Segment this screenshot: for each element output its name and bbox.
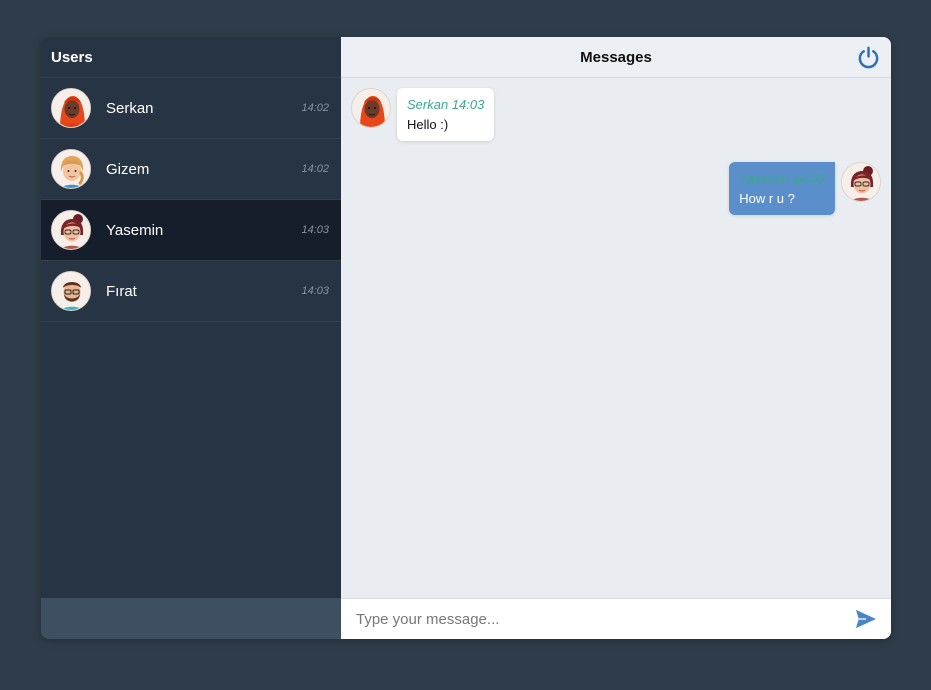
message-composer <box>341 598 891 639</box>
message-bubble: Yasemin 14:03 How r u ? <box>729 162 835 215</box>
yasemin-avatar <box>841 162 881 202</box>
message-input[interactable] <box>356 610 855 628</box>
chat-header: Messages <box>341 37 891 78</box>
user-name: Serkan <box>106 99 154 117</box>
user-time: 14:02 <box>301 163 329 175</box>
user-time: 14:02 <box>301 102 329 114</box>
chat-panel: Messages Serkan 14:03 Hello:) Yasemin 1… <box>341 37 891 639</box>
user-item-yasemin[interactable]: Yasemin 14:03 <box>41 200 341 261</box>
user-item-serkan[interactable]: Serkan 14:02 <box>41 78 341 139</box>
user-list: Serkan 14:02 Gizem 14:02 Yasemin 14:03 F… <box>41 78 341 598</box>
user-name: Gizem <box>106 160 150 178</box>
user-time: 14:03 <box>301 224 329 236</box>
power-icon[interactable] <box>857 46 880 69</box>
serkan-avatar <box>351 88 391 128</box>
user-name: Yasemin <box>106 221 164 239</box>
message-bubble: Serkan 14:03 Hello :) <box>397 88 495 141</box>
message-text: How r u ? <box>739 191 795 206</box>
send-icon[interactable] <box>855 609 877 629</box>
gizem-avatar <box>51 149 91 189</box>
serkan-avatar <box>51 88 91 128</box>
chat-title: Messages <box>580 48 652 66</box>
sidebar-title: Users <box>41 37 341 78</box>
user-item-firat[interactable]: Fırat 14:03 <box>41 261 341 322</box>
message-meta: Serkan 14:03 <box>407 97 485 112</box>
user-time: 14:03 <box>301 285 329 297</box>
message-meta: Yasemin 14:03 <box>739 171 825 186</box>
yasemin-avatar <box>51 210 91 250</box>
message-item: Serkan 14:03 Hello :) <box>351 88 495 141</box>
message-list: Serkan 14:03 Hello :) Yasemin 14:03 How … <box>341 78 891 598</box>
firat-avatar <box>51 271 91 311</box>
sidebar-footer <box>41 598 341 639</box>
chat-app-window: Users Serkan 14:02 Gizem 14:02 Yasemin 1… <box>41 37 891 639</box>
users-sidebar: Users Serkan 14:02 Gizem 14:02 Yasemin 1… <box>41 37 341 639</box>
message-item: Yasemin 14:03 How r u ? <box>729 162 881 215</box>
user-item-gizem[interactable]: Gizem 14:02 <box>41 139 341 200</box>
message-text: Hello :) <box>407 117 449 132</box>
user-name: Fırat <box>106 282 137 300</box>
